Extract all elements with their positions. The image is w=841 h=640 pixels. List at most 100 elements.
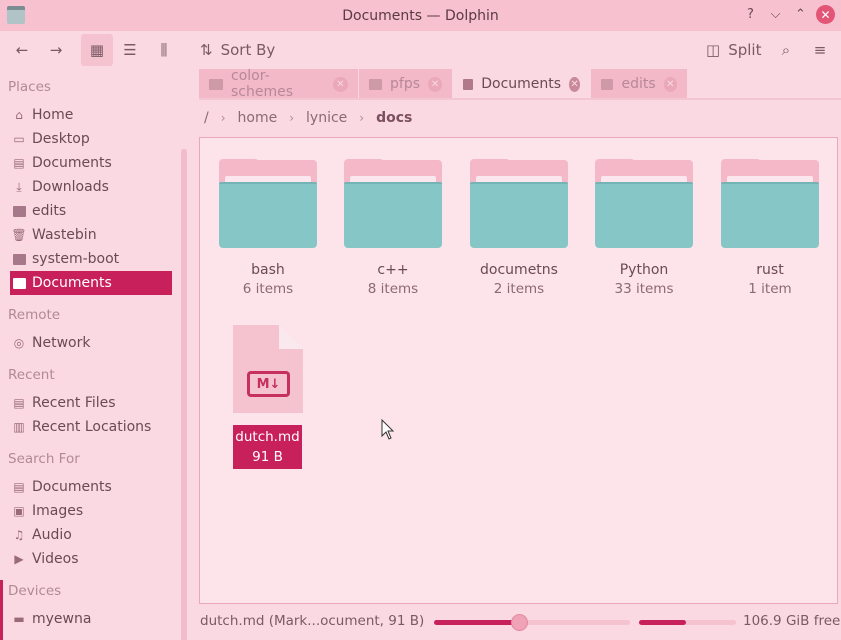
- breadcrumb-current[interactable]: docs: [376, 110, 412, 126]
- sidebar-item-network[interactable]: ◎ Network: [10, 331, 172, 355]
- markdown-file-icon: M↓: [233, 325, 303, 413]
- sidebar-item-downloads[interactable]: ⤓ Downloads: [10, 175, 172, 199]
- taskbar-peek: [40, 628, 190, 640]
- sort-icon: ⇅: [200, 41, 213, 59]
- icons-view-button[interactable]: ▦: [81, 34, 113, 66]
- folder-item-rust[interactable]: rust 1 item: [720, 159, 820, 297]
- remote-heading: Remote: [8, 307, 61, 323]
- sidebar-item-audio[interactable]: ♫ Audio: [10, 523, 172, 547]
- sidebar-item-documents[interactable]: ▤ Documents: [10, 151, 172, 175]
- folder-icon: [219, 159, 317, 248]
- search-icon: ⌕: [781, 41, 791, 59]
- forward-arrow-icon: →: [49, 41, 63, 59]
- window-title: Documents — Dolphin: [342, 7, 499, 24]
- left-edge-accent: [0, 580, 3, 640]
- back-button[interactable]: ←: [10, 34, 34, 66]
- chevron-right-icon: ›: [289, 111, 295, 125]
- markdown-icon: M↓: [247, 371, 290, 397]
- status-text: dutch.md (Mark...ocument, 91 B): [200, 613, 425, 629]
- folder-name: documetns: [480, 262, 558, 278]
- maximize-button[interactable]: ⌃: [791, 5, 810, 24]
- tab-pfps[interactable]: pfps ✕: [359, 69, 453, 99]
- places-panel: Places ⌂ Home ▭ Desktop ▤ Documents ⤓ Downlo…: [0, 69, 190, 640]
- sidebar-item-recent-locations[interactable]: ▥ Recent Locations: [10, 415, 172, 439]
- zoom-slider[interactable]: [434, 614, 630, 631]
- sidebar-item-documents-folder[interactable]: Documents: [10, 271, 172, 295]
- file-name: dutch.md: [235, 429, 300, 445]
- close-tab-icon[interactable]: ✕: [428, 76, 442, 92]
- tab-bar-divider: [199, 98, 841, 100]
- close-tab-icon[interactable]: ✕: [569, 76, 580, 92]
- forward-button[interactable]: →: [44, 34, 68, 66]
- sidebar-item-label: Images: [32, 503, 84, 519]
- folder-icon: [12, 204, 26, 218]
- file-item-dutch-md[interactable]: M↓ dutch.md 91 B: [233, 325, 303, 469]
- folder-name: bash: [251, 262, 285, 278]
- image-icon: ▣: [13, 504, 25, 518]
- toolbar: ← → ▦ ☰ ⫼ ⇅ Sort By ◫ Split ⌕ ≡: [0, 31, 841, 69]
- folder-icon: [463, 78, 474, 90]
- tab-label: pfps: [390, 76, 421, 92]
- sidebar-item-search-documents[interactable]: ▤ Documents: [10, 475, 172, 499]
- sidebar-item-desktop[interactable]: ▭ Desktop: [10, 127, 172, 151]
- file-view[interactable]: bash 6 items c++ 8 items documetns 2 ite…: [199, 137, 838, 604]
- places-scrollbar[interactable]: [181, 149, 187, 640]
- document-icon: ▤: [13, 480, 25, 494]
- tab-color-schemes[interactable]: color-schemes ✕: [199, 68, 359, 100]
- folder-count: 6 items: [242, 281, 294, 297]
- folder-name: c++: [377, 262, 409, 278]
- sidebar-item-edits[interactable]: edits: [10, 199, 172, 223]
- chevron-right-icon: ›: [220, 111, 226, 125]
- search-for-heading: Search For: [8, 451, 80, 467]
- compact-view-button[interactable]: ⫼: [152, 34, 176, 66]
- sidebar-item-label: Desktop: [32, 131, 90, 147]
- breadcrumb-home[interactable]: home: [238, 110, 278, 126]
- sidebar-item-label: myewna: [32, 611, 92, 627]
- sort-by-button[interactable]: ⇅ Sort By: [200, 34, 275, 66]
- folder-item-documetns[interactable]: documetns 2 items: [469, 159, 569, 297]
- search-button[interactable]: ⌕: [774, 34, 798, 66]
- free-space-text: 106.9 GiB free: [743, 613, 841, 629]
- split-view-icon: ◫: [706, 41, 721, 59]
- sidebar-item-label: Audio: [32, 527, 72, 543]
- zoom-slider-fill: [434, 620, 521, 625]
- details-view-button[interactable]: ☰: [118, 34, 142, 66]
- help-button[interactable]: ?: [741, 5, 760, 24]
- sidebar-item-home[interactable]: ⌂ Home: [10, 103, 172, 127]
- tab-documents[interactable]: Documents ✕: [453, 69, 591, 99]
- back-arrow-icon: ←: [15, 41, 29, 59]
- drive-icon: ▬: [13, 612, 25, 626]
- zoom-slider-handle[interactable]: [511, 614, 529, 631]
- tab-label: color-schemes: [231, 68, 294, 100]
- sidebar-item-label: edits: [32, 203, 67, 219]
- sidebar-item-wastebin[interactable]: 🗑 Wastebin: [10, 223, 172, 247]
- close-tab-icon[interactable]: ✕: [663, 76, 677, 92]
- folder-item-python[interactable]: Python 33 items: [594, 159, 694, 297]
- close-tab-icon[interactable]: ✕: [333, 76, 348, 92]
- breadcrumb-lynice[interactable]: lynice: [306, 110, 347, 126]
- minimize-button[interactable]: ⌵: [766, 5, 785, 24]
- sidebar-item-label: Documents: [32, 479, 112, 495]
- recent-locations-icon: ▥: [13, 420, 25, 434]
- breadcrumb-root[interactable]: /: [204, 110, 209, 126]
- folder-icon: [601, 78, 614, 90]
- sidebar-item-images[interactable]: ▣ Images: [10, 499, 172, 523]
- folder-item-cpp[interactable]: c++ 8 items: [343, 159, 443, 297]
- sidebar-item-videos[interactable]: ▶ Videos: [10, 547, 172, 571]
- folder-item-bash[interactable]: bash 6 items: [218, 159, 318, 297]
- folder-count: 1 item: [748, 281, 792, 297]
- sidebar-item-system-boot[interactable]: system-boot: [10, 247, 172, 271]
- sidebar-item-recent-files[interactable]: ▤ Recent Files: [10, 391, 172, 415]
- free-space-bar: [639, 620, 736, 625]
- download-icon: ⤓: [16, 179, 22, 194]
- sidebar-item-label: Documents: [32, 155, 112, 171]
- folder-icon: [344, 159, 442, 248]
- recent-files-icon: ▤: [13, 396, 25, 410]
- folder-icon: [209, 78, 223, 90]
- menu-button[interactable]: ≡: [808, 34, 832, 66]
- split-label: Split: [728, 41, 762, 59]
- close-button[interactable]: ✕: [816, 5, 835, 24]
- columns-icon: ⫼: [160, 41, 168, 59]
- tab-edits[interactable]: edits ✕: [591, 69, 688, 99]
- split-button[interactable]: ◫ Split: [706, 34, 761, 66]
